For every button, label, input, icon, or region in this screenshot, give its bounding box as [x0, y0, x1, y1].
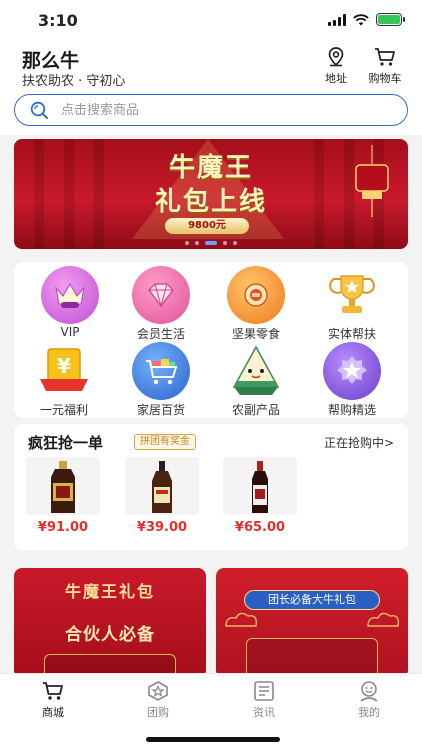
category-selected-picks[interactable]: 帮购精选 — [312, 342, 392, 418]
svg-text:¥: ¥ — [57, 354, 71, 378]
category-vip[interactable]: VIP — [30, 266, 110, 339]
category-one-yuan-welfare[interactable]: ¥ 一元福利 — [24, 342, 104, 418]
category-label: 帮购精选 — [327, 403, 376, 417]
oil-bottle-icon — [223, 457, 297, 515]
product-card[interactable]: ¥39.00 — [125, 457, 199, 535]
category-label: 会员生活 — [136, 327, 185, 341]
vinegar-bottle-icon — [125, 457, 199, 515]
product-price: ¥65.00 — [234, 520, 286, 535]
crown-icon — [41, 266, 99, 324]
yen-coin-icon: ¥ — [35, 342, 93, 400]
carousel-dot[interactable] — [195, 241, 199, 245]
category-label: 农副产品 — [231, 403, 280, 417]
flash-sale-section: 疯狂抢一单 拼团有奖金 正在抢购中> ¥91.00 ¥39.00 ¥65.00 — [14, 424, 408, 550]
header: 那么牛 扶农助农 · 守初心 地址 购物车 — [0, 40, 422, 135]
category-member-life[interactable]: 会员生活 — [121, 266, 201, 342]
category-label: 一元福利 — [39, 403, 88, 417]
category-label: 坚果零食 — [231, 327, 280, 341]
cart-label: 购物车 — [368, 72, 402, 85]
promo-card-leader-pack[interactable]: 团长必备大牛礼包 — [216, 568, 408, 678]
category-label: VIP — [60, 325, 80, 339]
tab-mall[interactable]: 商城 — [23, 680, 83, 720]
trophy-icon — [323, 266, 381, 324]
zongzi-icon — [227, 342, 285, 400]
address-button[interactable]: 地址 — [311, 46, 361, 86]
category-nuts-snacks[interactable]: 坚果零食 — [216, 266, 296, 342]
tab-news[interactable]: 资讯 — [234, 680, 294, 720]
cloud-pattern-icon — [225, 612, 258, 627]
promo-banner[interactable]: 牛魔王 礼包上线 9800元 — [14, 139, 408, 249]
cloud-pattern-icon — [367, 612, 400, 627]
category-grid: VIP 会员生活 坚果零食 实体帮扶 ¥ 一元福利 家居百货 农副产品 帮购精选 — [14, 262, 408, 418]
shopping-cart-icon — [132, 342, 190, 400]
news-icon — [254, 681, 274, 701]
soy-sauce-bottle-icon — [26, 457, 100, 515]
brand-slogan: 扶农助农 · 守初心 — [22, 74, 126, 89]
battery-icon — [376, 13, 405, 26]
group-buy-icon — [148, 681, 168, 701]
nut-icon — [227, 266, 285, 324]
status-time: 3:10 — [38, 11, 78, 30]
search-bar[interactable] — [14, 94, 408, 126]
category-agri-products[interactable]: 农副产品 — [216, 342, 296, 418]
promo-card-gift-pack[interactable]: 牛魔王礼包 合伙人必备 — [14, 568, 206, 678]
tab-label: 资讯 — [253, 706, 275, 719]
banner-title-line1: 牛魔王 — [168, 153, 253, 183]
tab-label: 商城 — [42, 706, 64, 719]
star-badge-icon — [323, 342, 381, 400]
flash-sale-more-link[interactable]: 正在抢购中> — [324, 434, 394, 451]
carousel-dot-active[interactable] — [205, 241, 217, 245]
status-bar: 3:10 — [0, 0, 422, 40]
product-card[interactable]: ¥91.00 — [26, 457, 100, 535]
product-price: ¥91.00 — [37, 520, 89, 535]
promo-subtitle: 合伙人必备 — [65, 625, 155, 645]
carousel-dot[interactable] — [185, 241, 189, 245]
product-card[interactable]: ¥65.00 — [223, 457, 297, 535]
carousel-dots[interactable] — [14, 241, 408, 245]
tab-label: 我的 — [358, 706, 380, 719]
tab-label: 团购 — [147, 706, 169, 719]
tab-group-buy[interactable]: 团购 — [128, 680, 188, 720]
group-bonus-tag: 拼团有奖金 — [134, 434, 196, 450]
cart-button[interactable]: 购物车 — [360, 46, 410, 86]
location-pin-icon — [328, 47, 344, 67]
promo-frame-decoration — [246, 638, 378, 678]
banner-price: 9800元 — [165, 218, 249, 234]
category-label: 实体帮扶 — [327, 327, 376, 341]
profile-icon — [360, 681, 378, 702]
wifi-icon — [353, 13, 369, 25]
carousel-dot[interactable] — [223, 241, 227, 245]
search-input[interactable] — [61, 102, 361, 118]
home-indicator — [146, 737, 280, 742]
banner-title-line2: 礼包上线 — [154, 187, 267, 217]
flash-sale-title: 疯狂抢一单 — [28, 434, 104, 452]
category-label: 家居百货 — [136, 403, 185, 417]
diamond-icon — [132, 266, 190, 324]
brand-name: 那么牛 — [22, 50, 80, 72]
category-physical-aid[interactable]: 实体帮扶 — [312, 266, 392, 342]
shop-cart-icon — [43, 682, 63, 700]
product-price: ¥39.00 — [136, 520, 188, 535]
promo-title: 牛魔王礼包 — [64, 582, 155, 601]
search-icon — [30, 101, 48, 119]
carousel-dot[interactable] — [233, 241, 237, 245]
system-indicators — [328, 13, 405, 26]
category-home-goods[interactable]: 家居百货 — [121, 342, 201, 418]
shopping-cart-icon — [375, 48, 395, 66]
address-label: 地址 — [325, 72, 347, 85]
tab-profile[interactable]: 我的 — [339, 680, 399, 720]
promo-title: 团长必备大牛礼包 — [244, 590, 380, 610]
cellular-signal-icon — [328, 13, 346, 26]
